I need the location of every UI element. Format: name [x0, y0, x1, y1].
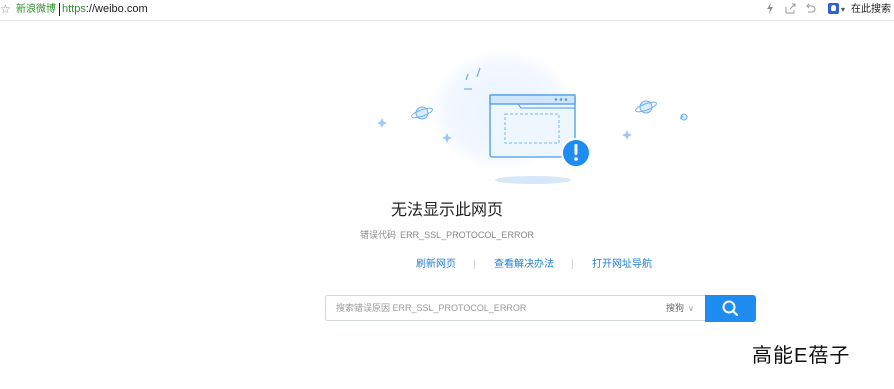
url-nav-link[interactable]: 打开网址导航 [592, 258, 652, 272]
engine-dropdown-icon[interactable]: ▾ [841, 4, 845, 15]
paw-icon[interactable] [828, 3, 839, 14]
chevron-down-icon: ∨ [688, 304, 694, 313]
refresh-link[interactable]: 刷新网页 [416, 258, 456, 272]
error-code: 错误代码 ERR_SSL_PROTOCOL_ERROR [0, 230, 894, 241]
action-links: 刷新网页 | 查看解决办法 | 打开网址导航 [0, 258, 894, 272]
watermark: 高能E蓓子 [752, 345, 851, 367]
search-button[interactable] [705, 295, 756, 322]
search-icon [722, 300, 739, 317]
search-here-label[interactable]: 在此搜索 [851, 4, 891, 16]
engine-select[interactable]: 搜狗 ∨ [666, 302, 694, 315]
planet-icon [411, 106, 433, 120]
page-title: 无法显示此网页 [390, 202, 503, 219]
alert-icon [561, 138, 591, 168]
error-code-label: 错误代码 [360, 230, 397, 240]
window-shadow [495, 176, 571, 184]
comet-icon [679, 113, 688, 121]
link-separator: | [571, 259, 574, 270]
solution-link[interactable]: 查看解决办法 [494, 258, 554, 272]
text-caret [59, 3, 60, 16]
url-scheme: https [62, 3, 86, 15]
lightning-icon[interactable] [766, 3, 774, 18]
search-input[interactable] [336, 296, 636, 320]
sparkle-lines-icon [464, 67, 481, 90]
error-code-value: ERR_SSL_PROTOCOL_ERROR [400, 230, 534, 240]
planet-icon [635, 100, 657, 114]
address-bar: ☆ 新浪微博 https://weibo.com ▾ 在此搜索 [0, 0, 894, 21]
star-icon[interactable]: ☆ [0, 2, 11, 16]
link-separator: | [473, 259, 476, 270]
url-field[interactable]: https://weibo.com [62, 3, 148, 16]
error-illustration [370, 50, 688, 190]
url-host: ://weibo.com [85, 3, 148, 15]
undo-icon[interactable] [805, 3, 816, 18]
share-icon[interactable] [785, 3, 796, 18]
engine-select-label: 搜狗 [666, 303, 685, 313]
error-search-box: 搜狗∨ [325, 295, 705, 321]
site-name[interactable]: 新浪微博 [16, 4, 56, 16]
